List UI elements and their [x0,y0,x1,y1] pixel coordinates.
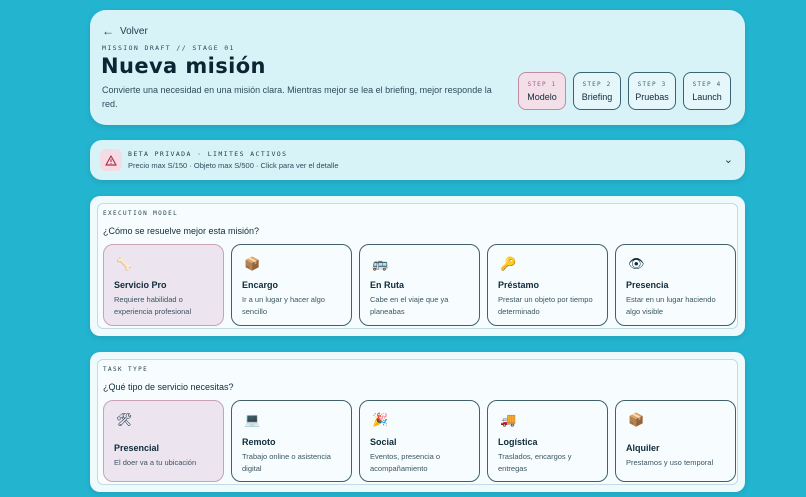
section-label: EXECUTION MODEL [103,210,179,217]
stepper: STEP 1 Modelo STEP 2 Briefing STEP 3 Pru… [518,72,731,110]
computer-icon: 💻 [244,412,261,427]
execution-model-panel: EXECUTION MODEL ¿Cómo se resuelve mejor … [97,203,738,329]
beta-limits-banner[interactable]: BETA PRIVADA · LIMITES ACTIVOS Precio ma… [90,140,745,180]
option-description: El doer va a tu ubicación [114,458,197,467]
option-encargo[interactable]: 📦 Encargo Ir a un lugar y hacer algo sen… [231,244,352,326]
execution-options: 🦴 Servicio Pro Requiere habilidad o expe… [103,244,736,326]
step-number: STEP 4 [692,80,722,88]
truck-icon: 🚚 [500,412,517,427]
option-description: Cabe en el viaje que ya planeabas [370,295,449,316]
step-pruebas[interactable]: STEP 3 Pruebas [628,72,676,110]
option-alquiler[interactable]: 📦 Alquiler Prestamos y uso temporal [615,400,736,482]
section-question: ¿Qué tipo de servicio necesitas? [103,382,234,392]
party-icon: 🎉 [372,412,389,427]
task-options: 🛠 Presencial El doer va a tu ubicación 💻… [103,400,736,482]
option-name: Presencia [626,280,669,290]
option-name: Social [370,437,397,447]
section-label: TASK TYPE [103,366,149,373]
option-name: Presencial [114,443,160,453]
option-name: En Ruta [370,280,405,290]
execution-model-section: EXECUTION MODEL ¿Cómo se resuelve mejor … [90,196,745,336]
step-label: Launch [692,91,722,102]
option-name: Logística [498,437,538,447]
step-modelo[interactable]: STEP 1 Modelo [518,72,566,110]
option-name: Alquiler [626,443,660,453]
option-presencia[interactable]: 👁 Presencia Estar en un lugar haciendo a… [615,244,736,326]
section-question: ¿Cómo se resuelve mejor esta misión? [103,226,260,236]
option-description: Prestar un objeto por tiempo determinado [498,295,593,316]
chevron-down-icon[interactable]: ⌄ [724,153,733,166]
bus-icon: 🚌 [372,256,389,271]
stage-kicker: MISSION DRAFT // STAGE 01 [102,44,235,52]
warning-icon [100,149,122,171]
eye-icon: 👁 [628,256,645,271]
option-description: Trabajo online o asistencia digital [242,452,331,473]
option-name: Servicio Pro [114,280,167,290]
tools-icon: 🛠 [116,412,133,427]
option-social[interactable]: 🎉 Social Eventos, presencia o acompañami… [359,400,480,482]
option-name: Préstamo [498,280,540,290]
option-description: Estar en un lugar haciendo algo visible [626,295,716,316]
option-description: Traslados, encargos y entregas [498,452,572,473]
bone-icon: 🦴 [116,256,133,271]
option-description: Eventos, presencia o acompañamiento [370,452,441,473]
option-prestamo[interactable]: 🔑 Préstamo Prestar un objeto por tiempo … [487,244,608,326]
task-type-section: TASK TYPE ¿Qué tipo de servicio necesita… [90,352,745,492]
back-label: Volver [120,25,148,37]
step-label: Pruebas [635,91,669,102]
page-subtitle: Convierte una necesidad en una misión cl… [102,85,492,109]
back-button[interactable]: ← Volver [102,24,148,38]
task-type-panel: TASK TYPE ¿Qué tipo de servicio necesita… [97,359,738,485]
option-servicio-pro[interactable]: 🦴 Servicio Pro Requiere habilidad o expe… [103,244,224,326]
mission-header-card: ← Volver MISSION DRAFT // STAGE 01 Nueva… [90,10,745,125]
package-icon: 📦 [244,256,261,271]
key-icon: 🔑 [500,256,517,271]
beta-description: Precio max S/150 · Objeto max S/500 · Cl… [128,161,339,170]
option-description: Requiere habilidad o experiencia profesi… [114,295,192,316]
option-description: Ir a un lugar y hacer algo sencillo [242,295,325,316]
option-name: Encargo [242,280,279,290]
step-number: STEP 3 [637,80,667,88]
option-description: Prestamos y uso temporal [626,458,714,467]
arrow-left-icon: ← [102,24,114,38]
option-presencial[interactable]: 🛠 Presencial El doer va a tu ubicación [103,400,224,482]
option-en-ruta[interactable]: 🚌 En Ruta Cabe en el viaje que ya planea… [359,244,480,326]
step-number: STEP 2 [582,80,612,88]
step-label: Briefing [581,91,613,102]
step-number: STEP 1 [527,80,557,88]
step-label: Modelo [527,91,557,102]
option-logistica[interactable]: 🚚 Logística Traslados, encargos y entreg… [487,400,608,482]
step-launch[interactable]: STEP 4 Launch [683,72,731,110]
package-icon: 📦 [628,412,645,427]
step-briefing[interactable]: STEP 2 Briefing [573,72,621,110]
option-remoto[interactable]: 💻 Remoto Trabajo online o asistencia dig… [231,400,352,482]
page-title: Nueva misión [101,54,266,78]
beta-title: BETA PRIVADA · LIMITES ACTIVOS [128,150,288,158]
option-name: Remoto [242,437,276,447]
